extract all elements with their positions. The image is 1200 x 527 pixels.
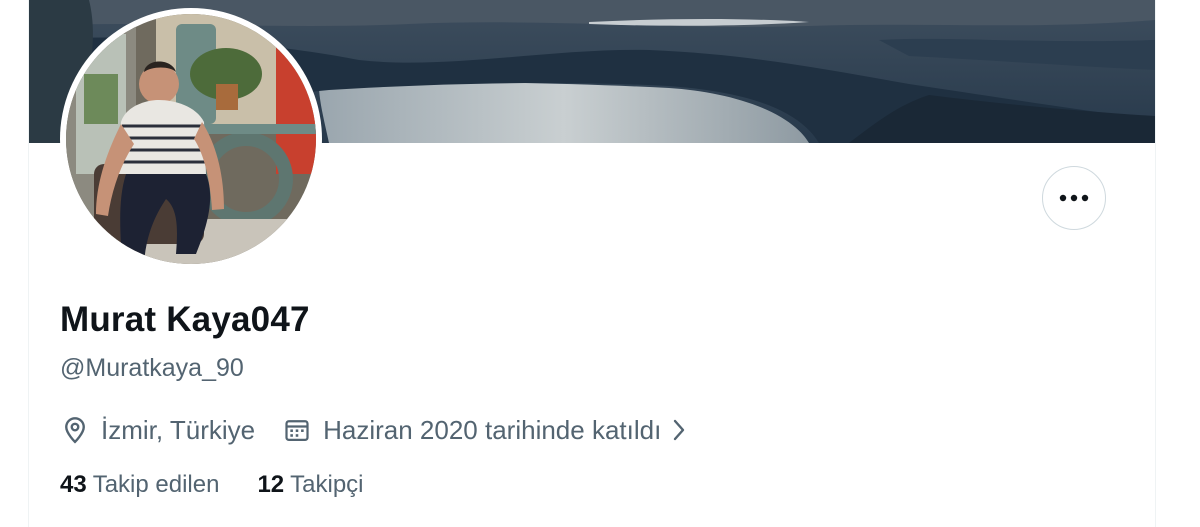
more-options-button[interactable] <box>1042 166 1106 230</box>
following-count: 43 <box>60 471 87 498</box>
profile-display-name: Murat Kaya047 <box>60 300 310 339</box>
chevron-right-icon <box>674 419 685 441</box>
profile-column: Murat Kaya047 @Muratkaya_90 İzmir, Türki… <box>28 0 1156 527</box>
profile-avatar[interactable] <box>60 8 322 270</box>
location-item: İzmir, Türkiye <box>60 415 255 446</box>
location-pin-icon <box>65 417 85 444</box>
following-label: Takip edilen <box>92 471 220 498</box>
location-text: İzmir, Türkiye <box>101 414 256 445</box>
following-link[interactable]: 43 Takip edilen <box>60 471 219 499</box>
avatar-photo <box>66 14 316 264</box>
calendar-icon <box>285 420 309 442</box>
more-horizontal-icon <box>1059 194 1089 202</box>
followers-link[interactable]: 12 Takipçi <box>257 471 363 499</box>
profile-handle: @Muratkaya_90 <box>60 354 244 382</box>
profile-page: Murat Kaya047 @Muratkaya_90 İzmir, Türki… <box>0 0 1200 527</box>
profile-meta-row: İzmir, Türkiye Haziran 2020 tarihinde ka… <box>60 410 687 450</box>
followers-label: Takipçi <box>290 471 364 498</box>
joined-date-text: Haziran 2020 tarihinde katıldı <box>323 414 662 445</box>
profile-stats-row: 43 Takip edilen 12 Takipçi <box>60 471 364 499</box>
followers-count: 12 <box>257 471 285 498</box>
joined-date-item[interactable]: Haziran 2020 tarihinde katıldı <box>283 415 687 446</box>
